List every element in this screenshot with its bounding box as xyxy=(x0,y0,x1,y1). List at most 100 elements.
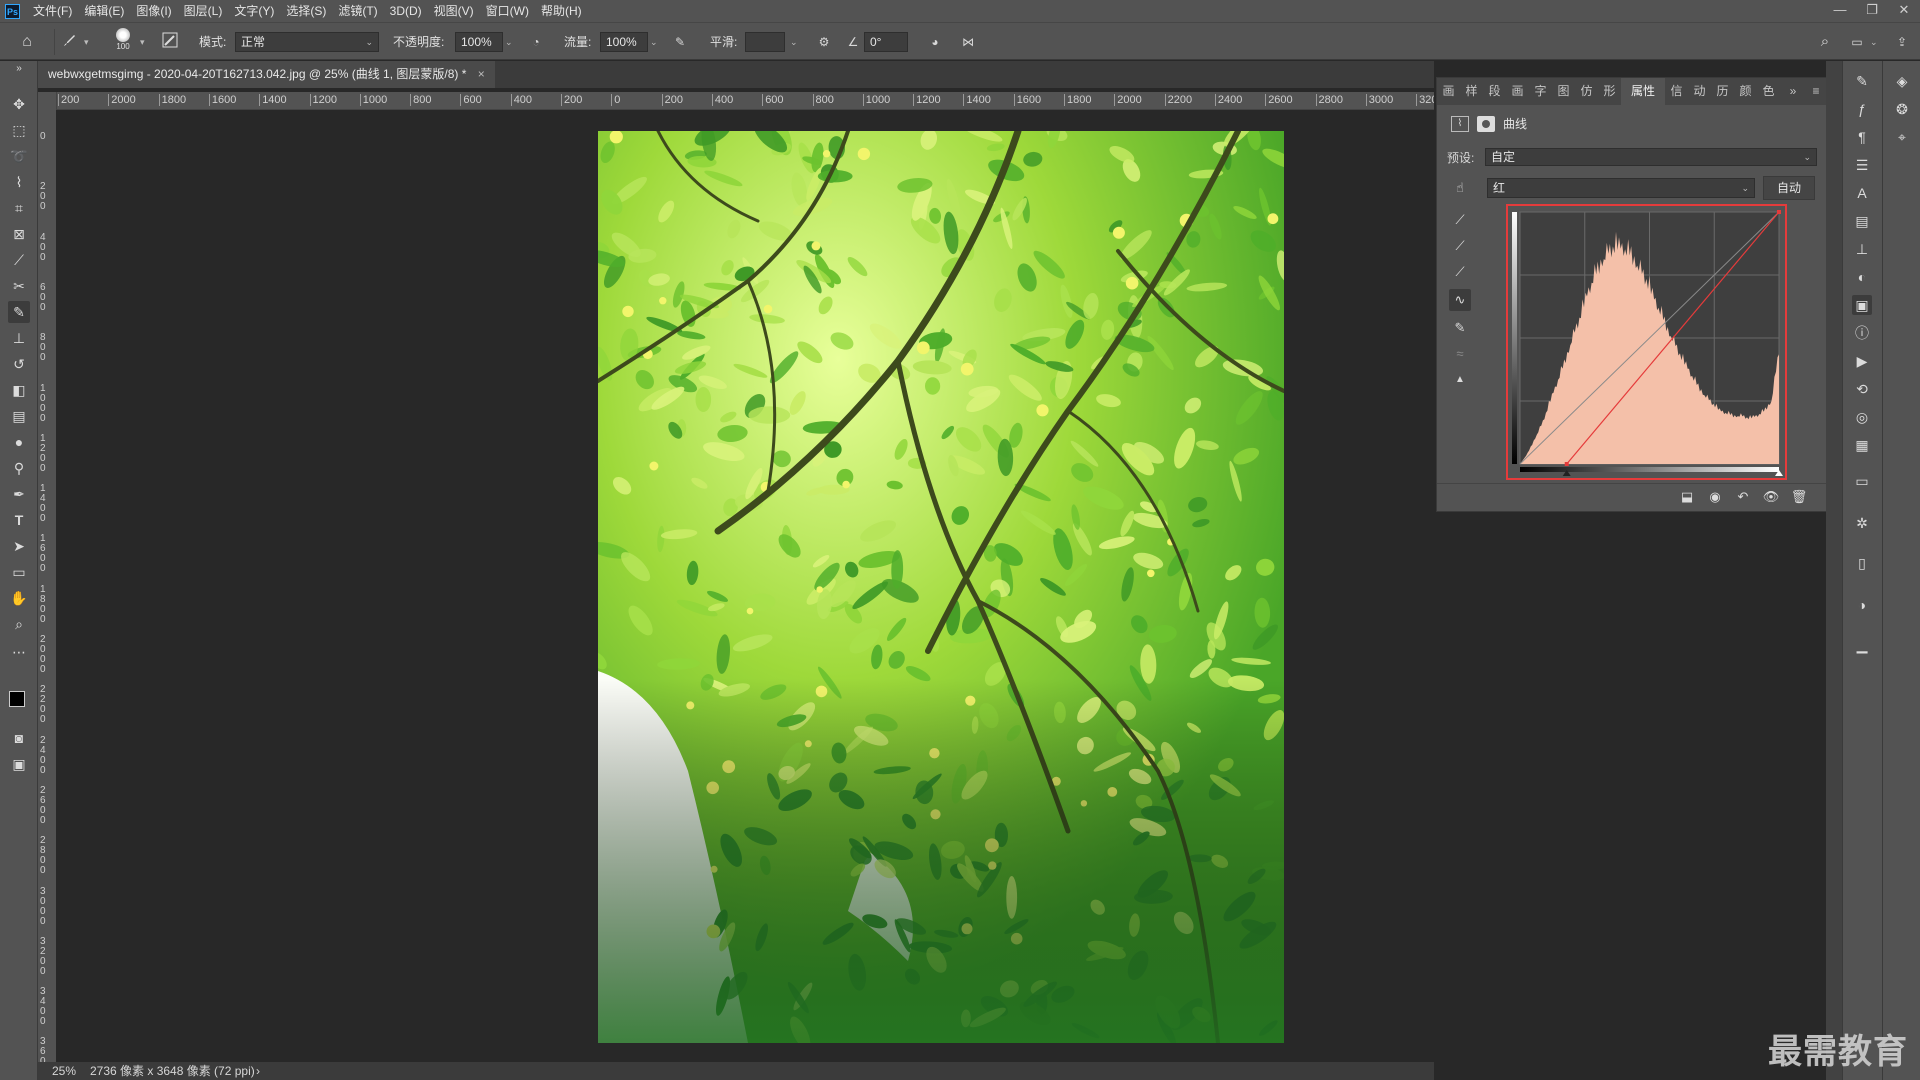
swatches-grid-icon[interactable]: ▦ xyxy=(1852,435,1872,455)
edit-points-icon[interactable]: ∿ xyxy=(1449,289,1471,311)
foreground-color-swatch[interactable] xyxy=(9,691,25,707)
document-canvas-photo[interactable] xyxy=(598,131,1284,1043)
shapes-icon[interactable]: ◐ xyxy=(1852,267,1872,287)
healing-icon[interactable]: ✂ xyxy=(8,275,30,297)
paragraph-icon[interactable]: ¶ xyxy=(1852,127,1872,147)
type-icon[interactable]: T xyxy=(8,509,30,531)
collapse-icon[interactable]: » xyxy=(8,63,30,75)
dodge-icon[interactable]: ⚲ xyxy=(8,457,30,479)
visibility-eye-icon[interactable]: 👁 xyxy=(1761,486,1781,508)
tab-character[interactable]: 字 xyxy=(1529,78,1552,105)
horizontal-ruler[interactable]: 200 2000 1800 1600 1400 1200 1000 800 600 400 200 0… xyxy=(56,92,1434,110)
actions-play-icon[interactable]: ▶ xyxy=(1852,351,1872,371)
adjustments-icon[interactable]: ◑ xyxy=(1852,595,1872,615)
clipping-warning-icon[interactable]: ▲ xyxy=(1449,369,1471,391)
layer-comps-icon[interactable]: ▤ xyxy=(1852,211,1872,231)
tab-swatches[interactable]: 色 xyxy=(1757,78,1780,105)
history-brush-icon[interactable]: ↺ xyxy=(8,353,30,375)
tab-actions[interactable]: 动 xyxy=(1688,78,1711,105)
tab-info[interactable]: 信 xyxy=(1665,78,1688,105)
brush-settings-icon[interactable]: ☰ xyxy=(1852,155,1872,175)
share-icon[interactable]: ⇪ xyxy=(1892,32,1912,52)
clone-source-icon[interactable]: ⊥ xyxy=(1852,239,1872,259)
tab-comp[interactable]: 图 xyxy=(1552,78,1575,105)
status-arrow-icon[interactable]: › xyxy=(256,1062,260,1080)
3d-icon[interactable]: ✲ xyxy=(1852,513,1872,533)
draw-curve-pencil-icon[interactable]: ✎ xyxy=(1449,317,1471,339)
close-window-button[interactable]: ✕ xyxy=(1888,0,1920,22)
angle-input[interactable]: 0° xyxy=(864,32,908,52)
menu-image[interactable]: 图像(I) xyxy=(130,0,177,22)
screen-mode-icon[interactable]: ▣ xyxy=(8,753,30,775)
channels-icon[interactable]: ❂ xyxy=(1892,99,1912,119)
panel-expand-icon[interactable]: » xyxy=(1780,78,1806,105)
opacity-input[interactable]: 100% xyxy=(455,32,503,52)
stamp-icon[interactable]: ⊥ xyxy=(8,327,30,349)
tab-color[interactable]: 颜 xyxy=(1734,78,1757,105)
flow-input[interactable]: 100% xyxy=(600,32,648,52)
tab-clone[interactable]: 仿 xyxy=(1575,78,1598,105)
tab-properties[interactable]: 属性 xyxy=(1621,78,1665,105)
white-point-eyedropper-icon[interactable]: ⟋ xyxy=(1449,261,1471,283)
smooth-curve-icon[interactable]: ≈ xyxy=(1449,343,1471,365)
black-point-eyedropper-icon[interactable]: ⟋ xyxy=(1449,209,1471,231)
quick-select-icon[interactable]: ⌇ xyxy=(8,171,30,193)
quick-mask-icon[interactable]: ◙ xyxy=(8,727,30,749)
menu-file[interactable]: 文件(F) xyxy=(27,0,78,22)
home-icon[interactable]: ⌂ xyxy=(16,32,38,52)
layer-mask-icon[interactable] xyxy=(1477,116,1495,132)
more-icon[interactable]: ⋯ xyxy=(8,641,30,663)
pen-icon[interactable]: ✒ xyxy=(8,483,30,505)
crop-icon[interactable]: ⌗ xyxy=(8,197,30,219)
menu-window[interactable]: 窗口(W) xyxy=(480,0,535,22)
delete-trash-icon[interactable]: 🗑 xyxy=(1789,486,1809,508)
menu-type[interactable]: 文字(Y) xyxy=(228,0,280,22)
menu-filter[interactable]: 滤镜(T) xyxy=(332,0,383,22)
brush-preset-picker[interactable]: 100 xyxy=(110,26,136,58)
character-icon[interactable]: A xyxy=(1852,183,1872,203)
pressure-size-icon[interactable]: ◕ xyxy=(925,32,945,52)
history-icon[interactable]: ⟲ xyxy=(1852,379,1872,399)
eyedropper-icon[interactable]: ⟋ xyxy=(8,249,30,271)
blur-icon[interactable]: ● xyxy=(8,431,30,453)
panel-menu-icon[interactable]: ≡ xyxy=(1806,78,1826,105)
curves-graph[interactable] xyxy=(1506,204,1787,480)
auto-button[interactable]: 自动 xyxy=(1763,176,1815,200)
brush-panel-icon[interactable]: ✎ xyxy=(1852,71,1872,91)
close-tab-icon[interactable]: × xyxy=(478,67,485,81)
zoom-level[interactable]: 25% xyxy=(52,1062,76,1080)
tab-brush-settings[interactable]: 画 xyxy=(1506,78,1529,105)
menu-help[interactable]: 帮助(H) xyxy=(535,0,588,22)
menu-select[interactable]: 选择(S) xyxy=(280,0,332,22)
gray-point-eyedropper-icon[interactable]: ⟋ xyxy=(1449,235,1471,257)
frame-icon[interactable]: ⊠ xyxy=(8,223,30,245)
vertical-ruler[interactable]: 0 200 400 600 800 1000 1200 1400 1600 1800 2000 220… xyxy=(38,92,57,1062)
properties-icon[interactable]: ▣ xyxy=(1852,295,1872,315)
zoom-icon[interactable]: ⌕ xyxy=(8,613,30,635)
workspace-icon[interactable]: ▭ xyxy=(1847,32,1867,52)
gear-icon[interactable]: ⚙ xyxy=(814,32,834,52)
restore-button[interactable]: ❐ xyxy=(1856,0,1888,22)
menu-3d[interactable]: 3D(D) xyxy=(384,0,428,22)
menu-layer[interactable]: 图层(L) xyxy=(178,0,229,22)
color-icon[interactable]: ◎ xyxy=(1852,407,1872,427)
clip-to-layer-icon[interactable]: ⬓ xyxy=(1677,486,1697,508)
smoothing-chevron-icon[interactable]: ⌄ xyxy=(790,32,798,52)
opacity-chevron-icon[interactable]: ⌄ xyxy=(505,32,513,52)
minimize-button[interactable]: — xyxy=(1824,0,1856,22)
timeline-icon[interactable]: ▯ xyxy=(1852,553,1872,573)
tab-styles[interactable]: 样 xyxy=(1460,78,1483,105)
lasso-icon[interactable]: ➰ xyxy=(8,145,30,167)
pressure-opacity-icon[interactable]: ◔ xyxy=(526,32,546,52)
reset-icon[interactable]: ↶ xyxy=(1733,486,1753,508)
move-icon[interactable]: ✥ xyxy=(8,93,30,115)
eraser-icon[interactable]: ◧ xyxy=(8,379,30,401)
airbrush-icon[interactable]: ✎ xyxy=(670,32,690,52)
menu-edit[interactable]: 编辑(E) xyxy=(78,0,130,22)
histogram-icon[interactable]: ▁ xyxy=(1852,635,1872,655)
tab-history[interactable]: 历 xyxy=(1711,78,1734,105)
tab-brush[interactable]: 画 xyxy=(1437,78,1460,105)
marquee-icon[interactable]: ⬚ xyxy=(8,119,30,141)
curves-plot[interactable] xyxy=(1508,206,1785,478)
tool-preset-chevron-icon[interactable]: ▾ xyxy=(84,32,89,52)
